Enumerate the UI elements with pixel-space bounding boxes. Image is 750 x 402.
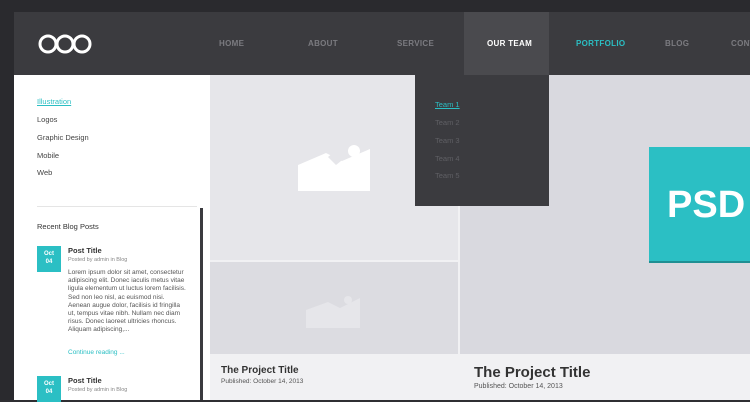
our-team-dropdown: Team 1 Team 2 Team 3 Team 4 Team 5 xyxy=(415,75,549,206)
category-graphic-design[interactable]: Graphic Design xyxy=(37,133,89,142)
nav-service[interactable]: SERVICE xyxy=(397,39,434,48)
post-title[interactable]: Post Title xyxy=(68,376,102,385)
main-nav: HOME ABOUT SERVICE OUR TEAM PORTFOLIO BL… xyxy=(0,0,750,75)
post-date-day: 04 xyxy=(45,389,53,395)
dropdown-item-team-5[interactable]: Team 5 xyxy=(435,171,460,180)
sidebar-scrollbar[interactable] xyxy=(200,208,203,400)
dropdown-item-team-4[interactable]: Team 4 xyxy=(435,154,460,163)
category-web[interactable]: Web xyxy=(37,168,52,177)
post-meta: Posted by admin in Blog xyxy=(68,257,128,263)
dropdown-item-team-1[interactable]: Team 1 xyxy=(435,100,460,109)
category-illustration[interactable]: Illustration xyxy=(37,97,71,106)
post-date-month: Oct xyxy=(43,251,54,257)
sidebar: Illustration Logos Graphic Design Mobile… xyxy=(14,75,210,402)
category-logos[interactable]: Logos xyxy=(37,115,57,124)
nav-portfolio[interactable]: PORTFOLIO xyxy=(576,39,625,48)
image-placeholder-icon xyxy=(306,296,360,328)
post-date-day: 04 xyxy=(45,259,53,265)
post-date-badge: Oct 04 xyxy=(37,246,61,272)
window-frame-left xyxy=(0,0,14,400)
nav-contact[interactable]: CONT xyxy=(731,39,750,48)
project-date: Published: October 14, 2013 xyxy=(221,378,304,385)
dropdown-item-team-2[interactable]: Team 2 xyxy=(435,118,460,127)
project-title-large[interactable]: The Project Title xyxy=(474,364,590,381)
post-date-month: Oct xyxy=(43,381,54,387)
project-title[interactable]: The Project Title xyxy=(221,365,299,376)
sidebar-divider xyxy=(37,206,197,207)
nav-blog[interactable]: BLOG xyxy=(665,39,689,48)
dropdown-item-team-3[interactable]: Team 3 xyxy=(435,136,460,145)
continue-reading-link[interactable]: Continue reading ... xyxy=(68,349,125,356)
post-meta: Posted by admin in Blog xyxy=(68,387,128,393)
project-thumbnail[interactable] xyxy=(210,262,458,354)
nav-our-team[interactable]: OUR TEAM xyxy=(487,39,532,48)
site-header: HOME ABOUT SERVICE OUR TEAM PORTFOLIO BL… xyxy=(0,0,750,75)
image-placeholder-icon xyxy=(298,145,370,191)
post-date-badge: Oct 04 xyxy=(37,376,61,402)
post-title[interactable]: Post Title xyxy=(68,246,102,255)
psd-badge: PSD xyxy=(649,147,750,263)
recent-posts-heading: Recent Blog Posts xyxy=(37,222,99,231)
nav-home[interactable]: HOME xyxy=(219,39,244,48)
category-mobile[interactable]: Mobile xyxy=(37,151,59,160)
project-date-large: Published: October 14, 2013 xyxy=(474,383,563,390)
nav-about[interactable]: ABOUT xyxy=(308,39,338,48)
post-excerpt: Lorem ipsum dolor sit amet, consectetur … xyxy=(68,269,186,334)
